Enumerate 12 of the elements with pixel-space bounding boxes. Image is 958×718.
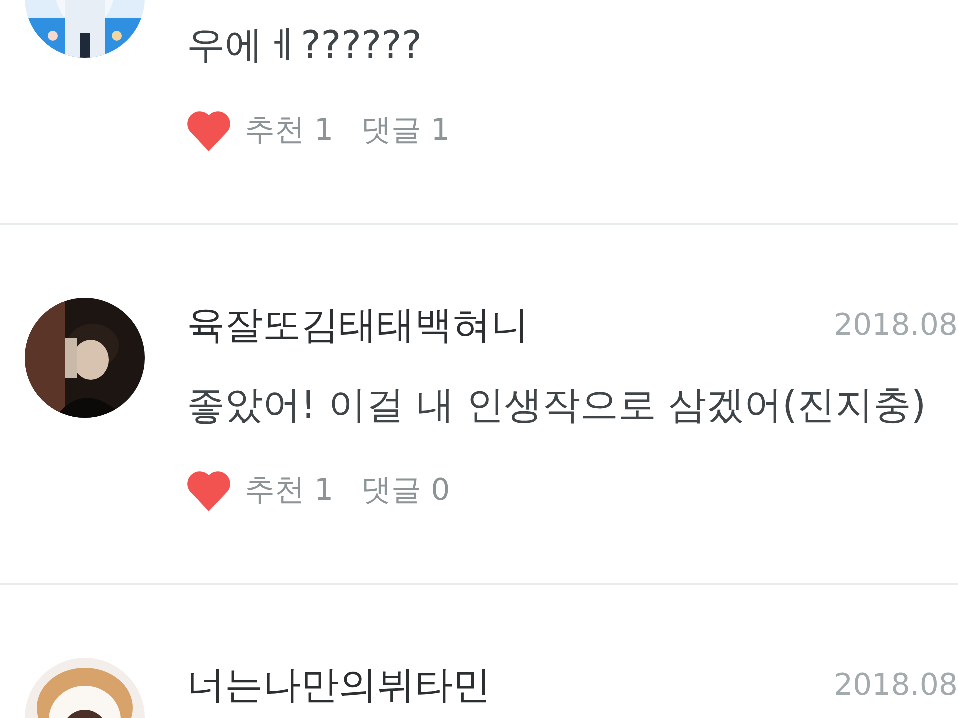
author-name: 육잘또김태태백혀니 bbox=[187, 302, 529, 348]
like-count[interactable]: 추천 1 bbox=[245, 110, 334, 151]
reply-count[interactable]: 댓글 1 bbox=[362, 110, 450, 151]
comment-date: 2018.08 bbox=[834, 668, 958, 702]
reply-count[interactable]: 댓글 0 bbox=[362, 470, 450, 511]
author-name: 너는나만의뷔타민 bbox=[187, 662, 491, 708]
heart-icon[interactable] bbox=[187, 110, 231, 150]
heart-icon[interactable] bbox=[187, 470, 231, 510]
comment-date: 2018.08 bbox=[834, 308, 958, 342]
comment-text: 좋았어! 이걸 내 인생작으로 삼겠어(진지충) bbox=[187, 383, 928, 427]
like-count[interactable]: 추천 1 bbox=[245, 470, 334, 511]
comment-text: 우에ㅔ?????? bbox=[187, 23, 424, 67]
